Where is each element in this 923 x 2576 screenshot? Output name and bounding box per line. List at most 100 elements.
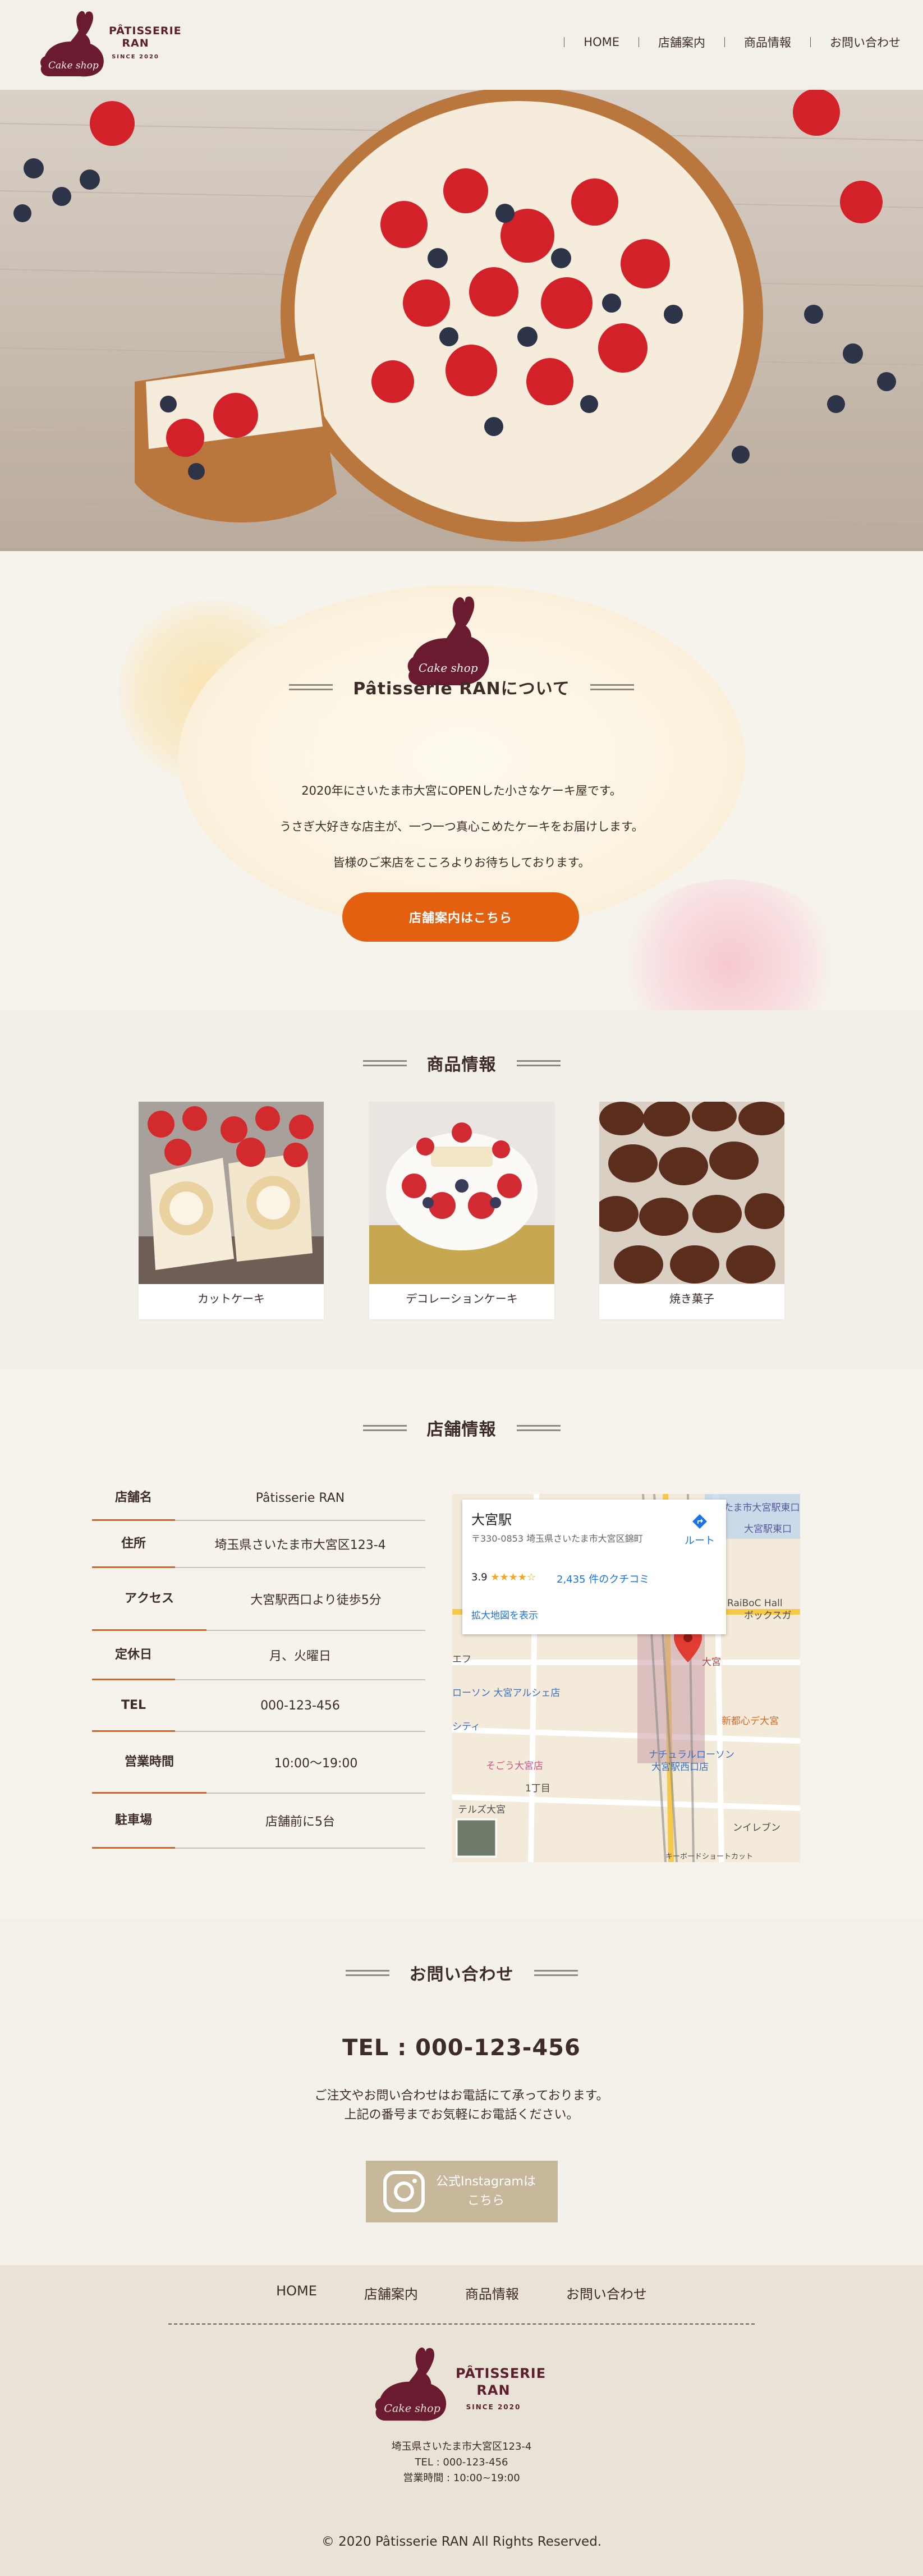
cut-cake-image bbox=[139, 1102, 324, 1284]
instagram-icon bbox=[383, 2171, 425, 2212]
products-title: 商品情報 bbox=[426, 1055, 497, 1075]
about-line-2: うさぎ大好きな店主が、一つ一つ真心こめたケーキをお届けします。 bbox=[279, 820, 644, 833]
page: Cake shop PÂTISSERIE RAN SINCE 2020 HOME… bbox=[0, 0, 923, 2576]
decoration-cake-image bbox=[369, 1102, 554, 1284]
nav-contact[interactable]: お問い合わせ bbox=[830, 34, 901, 51]
row-key: 定休日 bbox=[92, 1631, 175, 1680]
nav-store[interactable]: 店舗案内 bbox=[658, 34, 705, 51]
footer-tel-line: TEL : 000-123-456 bbox=[415, 2456, 508, 2468]
rabbit-logo-icon: Cake shop bbox=[40, 11, 104, 77]
heading-bars bbox=[289, 684, 333, 690]
contact-line-2: 上記の番号までお気軽にお電話ください。 bbox=[344, 2108, 579, 2122]
map-rating: 3.9 ★★★★☆ bbox=[471, 1571, 536, 1583]
map-label: ボックスガ bbox=[744, 1610, 792, 1621]
about-heading: Pâtisserie RANについて bbox=[0, 675, 923, 699]
about-line-1: 2020年にさいたま市大宮にOPENした小さなケーキ屋です。 bbox=[301, 784, 622, 797]
map-label: ンイレブン bbox=[733, 1822, 780, 1834]
emblem-script: Cake shop bbox=[419, 661, 478, 675]
map-place-address: 〒330-0853 埼玉県さいたま市大宮区錦町 bbox=[471, 1533, 643, 1544]
nav-separator bbox=[810, 37, 811, 47]
row-key: 営業時間 bbox=[92, 1732, 206, 1794]
map-label: テルズ大宮 bbox=[458, 1804, 506, 1816]
about-description: 2020年にさいたま市大宮にOPENした小さなケーキ屋です。 うさぎ大好きな店主… bbox=[0, 773, 923, 881]
about-title: Pâtisserie RANについて bbox=[353, 679, 570, 699]
map-label: キーボードショートカット bbox=[665, 1853, 753, 1861]
product-label: デコレーションケーキ bbox=[406, 1292, 518, 1305]
table-row: 定休日 月、火曜日 bbox=[92, 1631, 425, 1680]
hero-tart-image bbox=[0, 90, 923, 551]
nav-products[interactable]: 商品情報 bbox=[744, 34, 791, 51]
table-row: 住所 埼玉県さいたま市大宮区123-4 bbox=[92, 1521, 425, 1568]
map-label: 大宮 bbox=[702, 1657, 721, 1668]
products-heading: 商品情報 bbox=[0, 1051, 923, 1075]
instagram-label: 公式Instagramは こちら bbox=[425, 2172, 547, 2211]
copyright: © 2020 Pâtisserie RAN All Rights Reserve… bbox=[321, 2534, 602, 2549]
map-label: エフ bbox=[452, 1654, 471, 1665]
google-map[interactable]: さいたま市大宮駅東口 大宮駅東口 RaiBoC Hall ボックスガ ローソン … bbox=[452, 1494, 800, 1862]
map-route-button[interactable]: ルート bbox=[680, 1513, 719, 1547]
map-label: ローソン 大宮アルシェ店 bbox=[452, 1688, 560, 1699]
product-label: 焼き菓子 bbox=[669, 1292, 714, 1305]
site-header: Cake shop PÂTISSERIE RAN SINCE 2020 HOME… bbox=[0, 0, 923, 90]
row-value: 10:00〜19:00 bbox=[274, 1757, 358, 1771]
row-value: Pâtisserie RAN bbox=[255, 1491, 345, 1505]
contact-heading: お問い合わせ bbox=[0, 1960, 923, 1985]
product-label: カットケーキ bbox=[198, 1292, 265, 1305]
footer-divider bbox=[168, 2323, 755, 2325]
instagram-label-line2: こちら bbox=[467, 2194, 504, 2208]
row-value: 大宮駅西口より徒歩5分 bbox=[250, 1593, 382, 1607]
row-key: 店舗名 bbox=[92, 1476, 175, 1521]
row-key: 住所 bbox=[92, 1521, 175, 1568]
store-heading: 店舗情報 bbox=[0, 1415, 923, 1440]
map-label: 新都心デ大宮 bbox=[722, 1715, 779, 1727]
contact-description: ご注文やお問い合わせはお電話にて承っております。 上記の番号までお気軽にお電話く… bbox=[0, 2087, 923, 2125]
map-label: そごう大宮店 bbox=[486, 1761, 543, 1772]
row-value: 埼玉県さいたま市大宮区123-4 bbox=[214, 1538, 386, 1552]
table-row: TEL 000-123-456 bbox=[92, 1680, 425, 1732]
map-label: シティ bbox=[452, 1721, 480, 1732]
map-route-label: ルート bbox=[685, 1535, 715, 1547]
footer-nav-home[interactable]: HOME bbox=[276, 2283, 317, 2303]
table-row: 駐車場 店舗前に5台 bbox=[92, 1794, 425, 1849]
footer-nav-store[interactable]: 店舗案内 bbox=[364, 2283, 418, 2303]
store-info-button[interactable]: 店舗案内はこちら bbox=[342, 892, 579, 942]
site-logo[interactable]: Cake shop PÂTISSERIE RAN SINCE 2020 bbox=[37, 8, 181, 78]
map-label: 大宮駅東口 bbox=[744, 1524, 792, 1535]
footer-hours-line: 営業時間 : 10:00~19:00 bbox=[403, 2472, 520, 2484]
map-label: 大宮駅西口店 bbox=[651, 1762, 709, 1773]
map-label: 1丁目 bbox=[525, 1783, 550, 1794]
star-rating-icon: ★★★★☆ bbox=[490, 1571, 536, 1583]
product-card-decoration-cake[interactable]: デコレーションケーキ bbox=[369, 1102, 554, 1319]
site-footer: HOME 店舗案内 商品情報 お問い合わせ Cake shop PÂTISSER… bbox=[0, 2265, 923, 2576]
contact-section: お問い合わせ TEL : 000-123-456 ご注文やお問い合わせはお電話に… bbox=[0, 1918, 923, 2265]
nav-home[interactable]: HOME bbox=[584, 35, 619, 49]
map-label: ナチュラルローソン bbox=[649, 1749, 734, 1761]
map-reviews-link[interactable]: 2,435 件のクチコミ bbox=[557, 1571, 649, 1586]
instagram-button[interactable]: 公式Instagramは こちら bbox=[366, 2161, 558, 2222]
map-place-name: 大宮駅 bbox=[471, 1512, 512, 1528]
row-value: 月、火曜日 bbox=[269, 1649, 331, 1663]
map-view-larger-link[interactable]: 拡大地図を表示 bbox=[471, 1607, 538, 1621]
store-info-table: 店舗名 Pâtisserie RAN 住所 埼玉県さいたま市大宮区123-4 アクセ… bbox=[92, 1476, 425, 1849]
logo-text: PÂTISSERIE RAN SINCE 2020 bbox=[109, 25, 181, 60]
footer-nav-products[interactable]: 商品情報 bbox=[465, 2283, 519, 2303]
rabbit-logo-icon: Cake shop bbox=[375, 2347, 447, 2421]
products-section: 商品情報 カットケーキ デコレーションケーキ 焼き菓子 bbox=[0, 1010, 923, 1369]
baked-goods-image bbox=[599, 1102, 784, 1284]
logo-since: SINCE 2020 bbox=[112, 54, 159, 60]
map-label: RaiBoC Hall bbox=[727, 1598, 783, 1609]
table-row: 営業時間 10:00〜19:00 bbox=[92, 1732, 425, 1794]
contact-title: お問い合わせ bbox=[409, 1965, 514, 1984]
footer-nav: HOME 店舗案内 商品情報 お問い合わせ bbox=[0, 2283, 923, 2303]
footer-nav-contact[interactable]: お問い合わせ bbox=[566, 2283, 647, 2303]
table-row: 店舗名 Pâtisserie RAN bbox=[92, 1476, 425, 1521]
footer-logo[interactable]: Cake shop PÂTISSERIE RAN SINCE 2020 bbox=[371, 2343, 551, 2424]
row-key: 駐車場 bbox=[92, 1794, 175, 1849]
product-card-cut-cake[interactable]: カットケーキ bbox=[139, 1102, 324, 1319]
product-card-baked-goods[interactable]: 焼き菓子 bbox=[599, 1102, 784, 1319]
footer-logo-line2: RAN bbox=[476, 2382, 511, 2398]
logo-script: Cake shop bbox=[384, 2402, 440, 2414]
footer-logo-line1: PÂTISSERIE bbox=[456, 2366, 547, 2381]
store-title: 店舗情報 bbox=[426, 1420, 497, 1440]
footer-logo-text: PÂTISSERIE RAN SINCE 2020 bbox=[456, 2365, 547, 2411]
